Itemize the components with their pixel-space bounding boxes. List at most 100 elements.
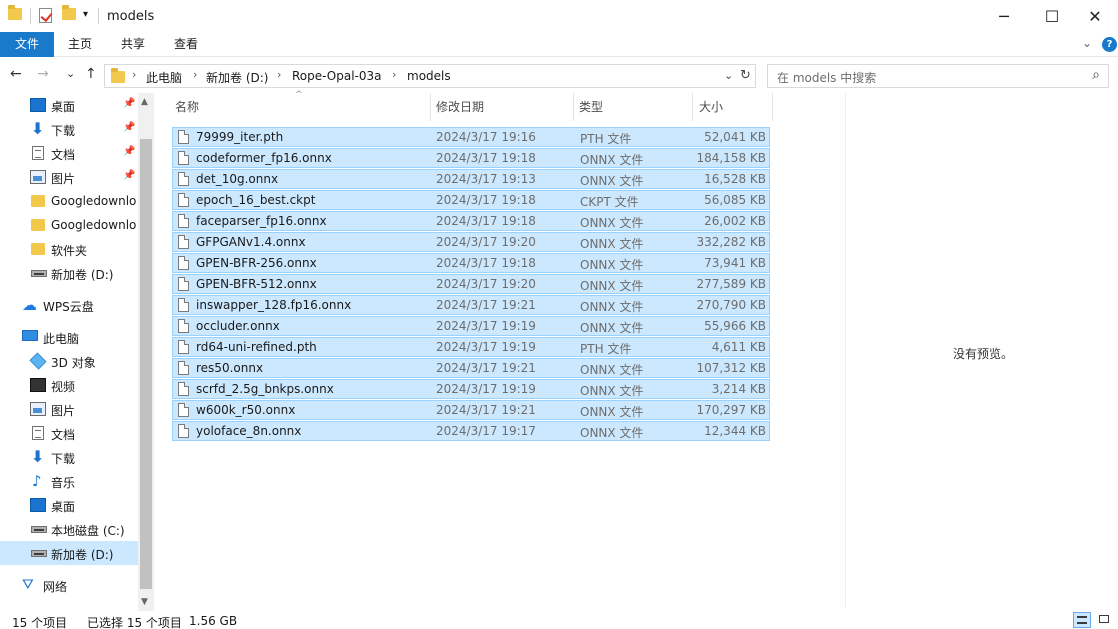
table-row[interactable]: faceparser_fp16.onnx 2024/3/17 19:18 ONNX … — [172, 211, 770, 231]
back-arrow-icon[interactable]: ← — [10, 66, 22, 82]
address-dropdown-icon[interactable]: ⌄ — [724, 69, 733, 82]
details-view-button[interactable] — [1073, 612, 1091, 628]
file-type: ONNX 文件 — [580, 279, 644, 293]
sidebar-item-documents-pc[interactable]: 文档 — [0, 421, 138, 445]
file-name[interactable]: yoloface_8n.onnx — [196, 424, 301, 438]
table-row[interactable]: w600k_r50.onnx 2024/3/17 19:21 ONNX 文件 170,… — [172, 400, 770, 420]
sidebar-scrollbar[interactable]: ▲ ▼ — [138, 93, 154, 611]
column-divider[interactable] — [692, 93, 693, 121]
address-bar[interactable]: › 此电脑 › 新加卷 (D:) › Rope-Opal-03a › model… — [104, 64, 756, 88]
table-row[interactable]: yoloface_8n.onnx 2024/3/17 19:17 ONNX 文件 12… — [172, 421, 770, 441]
pin-icon[interactable]: 📌 — [123, 170, 135, 181]
maximize-button[interactable]: ☐ — [1029, 0, 1075, 32]
table-row[interactable]: res50.onnx 2024/3/17 19:21 ONNX 文件 107,312 … — [172, 358, 770, 378]
breadcrumb-models[interactable]: models — [407, 69, 451, 83]
sidebar-item-googledownload-2[interactable]: Googledownlo — [0, 213, 138, 237]
large-icons-view-button[interactable] — [1096, 612, 1114, 628]
column-header-date[interactable]: 修改日期 — [436, 93, 484, 121]
table-row[interactable]: scrfd_2.5g_bnkps.onnx 2024/3/17 19:19 ONNX… — [172, 379, 770, 399]
sidebar-item-wps-cloud[interactable]: ☁ WPS云盘 — [0, 293, 138, 317]
file-date: 2024/3/17 19:18 — [436, 193, 536, 207]
recent-locations-icon[interactable]: ⌄ — [66, 67, 75, 80]
column-header-type[interactable]: 类型 — [579, 93, 603, 121]
search-input[interactable]: 在 models 中搜索 — [777, 69, 876, 86]
breadcrumb-this-pc[interactable]: 此电脑 — [146, 69, 182, 86]
refresh-icon[interactable]: ↻ — [740, 68, 751, 83]
tab-home[interactable]: 主页 — [54, 32, 106, 57]
table-row[interactable]: GPEN-BFR-256.onnx 2024/3/17 19:18 ONNX 文件 7… — [172, 253, 770, 273]
search-box[interactable]: 在 models 中搜索 ⌕ — [767, 64, 1109, 88]
sidebar-item-desktop-pc[interactable]: 桌面 — [0, 493, 138, 517]
drive-icon — [31, 550, 47, 557]
file-name[interactable]: rd64-uni-refined.pth — [196, 340, 317, 354]
sidebar-item-desktop[interactable]: 桌面 📌 — [0, 93, 138, 117]
file-name[interactable]: inswapper_128.fp16.onnx — [196, 298, 351, 312]
search-icon[interactable]: ⌕ — [1092, 67, 1100, 83]
table-row[interactable]: inswapper_128.fp16.onnx 2024/3/17 19:21 ON… — [172, 295, 770, 315]
pin-icon[interactable]: 📌 — [123, 146, 135, 157]
sidebar-item-label: 文档 — [51, 148, 76, 162]
pin-icon[interactable]: 📌 — [123, 98, 135, 109]
file-size: 16,528 KB — [704, 172, 766, 186]
help-icon[interactable]: ? — [1102, 37, 1117, 52]
column-divider[interactable] — [772, 93, 773, 121]
table-row[interactable]: GPEN-BFR-512.onnx 2024/3/17 19:20 ONNX 文件 2… — [172, 274, 770, 294]
sidebar-item-network[interactable]: ⛛ 网络 — [0, 573, 138, 597]
scrollbar-thumb[interactable] — [140, 139, 152, 589]
column-header-name[interactable]: 名称 — [175, 93, 199, 121]
sidebar-item-software-folder[interactable]: 软件夹 — [0, 237, 138, 261]
new-folder-icon[interactable] — [62, 5, 76, 20]
file-name[interactable]: GPEN-BFR-256.onnx — [196, 256, 317, 270]
pin-icon[interactable]: 📌 — [123, 122, 135, 133]
file-name[interactable]: epoch_16_best.ckpt — [196, 193, 315, 207]
sidebar-item-downloads-pc[interactable]: ⬇ 下载 — [0, 445, 138, 469]
file-name[interactable]: res50.onnx — [196, 361, 263, 375]
file-name[interactable]: 79999_iter.pth — [196, 130, 283, 144]
tab-file[interactable]: 文件 — [0, 32, 54, 57]
scroll-up-icon[interactable]: ▲ — [141, 97, 148, 107]
forward-arrow-icon[interactable]: → — [37, 66, 49, 82]
breadcrumb-rope-opal[interactable]: Rope-Opal-03a — [292, 69, 382, 83]
sidebar-item-pictures[interactable]: 图片 📌 — [0, 165, 138, 189]
tab-share[interactable]: 共享 — [106, 32, 160, 57]
sidebar-item-drive-d[interactable]: 新加卷 (D:) — [0, 541, 138, 565]
sidebar-item-downloads[interactable]: ⬇ 下载 📌 — [0, 117, 138, 141]
sidebar-item-drive-d-quick[interactable]: 新加卷 (D:) — [0, 261, 138, 285]
sidebar-item-pictures-pc[interactable]: 图片 — [0, 397, 138, 421]
file-name[interactable]: occluder.onnx — [196, 319, 280, 333]
file-name[interactable]: codeformer_fp16.onnx — [196, 151, 332, 165]
minimize-button[interactable]: ─ — [981, 0, 1027, 32]
table-row[interactable]: GFPGANv1.4.onnx 2024/3/17 19:20 ONNX 文件 332… — [172, 232, 770, 252]
file-name[interactable]: faceparser_fp16.onnx — [196, 214, 327, 228]
sidebar-item-googledownload-1[interactable]: Googledownlo — [0, 189, 138, 213]
scroll-down-icon[interactable]: ▼ — [141, 597, 148, 607]
table-row[interactable]: epoch_16_best.ckpt 2024/3/17 19:18 CKPT 文件… — [172, 190, 770, 210]
sidebar-item-documents[interactable]: 文档 📌 — [0, 141, 138, 165]
customize-toolbar-icon[interactable]: ▾ — [83, 9, 88, 20]
sidebar-item-videos[interactable]: 视频 — [0, 373, 138, 397]
expand-ribbon-icon[interactable]: ⌄ — [1082, 36, 1092, 50]
sidebar-item-drive-c[interactable]: 本地磁盘 (C:) — [0, 517, 138, 541]
table-row[interactable]: occluder.onnx 2024/3/17 19:19 ONNX 文件 55,96… — [172, 316, 770, 336]
file-name[interactable]: w600k_r50.onnx — [196, 403, 295, 417]
sidebar-item-this-pc[interactable]: 此电脑 — [0, 325, 138, 349]
table-row[interactable]: det_10g.onnx 2024/3/17 19:13 ONNX 文件 16,528… — [172, 169, 770, 189]
properties-icon[interactable] — [39, 8, 52, 23]
file-name[interactable]: GFPGANv1.4.onnx — [196, 235, 306, 249]
column-header-size[interactable]: 大小 — [699, 93, 723, 121]
file-name[interactable]: det_10g.onnx — [196, 172, 278, 186]
breadcrumb-drive-d[interactable]: 新加卷 (D:) — [206, 69, 268, 86]
up-arrow-icon[interactable]: ↑ — [85, 66, 97, 82]
file-name[interactable]: scrfd_2.5g_bnkps.onnx — [196, 382, 334, 396]
table-row[interactable]: 79999_iter.pth 2024/3/17 19:16 PTH 文件 52,04… — [172, 127, 770, 147]
column-divider[interactable] — [573, 93, 574, 121]
column-divider[interactable] — [430, 93, 431, 121]
file-name[interactable]: GPEN-BFR-512.onnx — [196, 277, 317, 291]
sidebar-item-3d-objects[interactable]: 3D 对象 — [0, 349, 138, 373]
sidebar-item-label: 新加卷 (D:) — [51, 548, 114, 562]
close-button[interactable]: ✕ — [1072, 0, 1118, 32]
table-row[interactable]: rd64-uni-refined.pth 2024/3/17 19:19 PTH 文… — [172, 337, 770, 357]
sidebar-item-music[interactable]: ♪ 音乐 — [0, 469, 138, 493]
table-row[interactable]: codeformer_fp16.onnx 2024/3/17 19:18 ONNX … — [172, 148, 770, 168]
tab-view[interactable]: 查看 — [160, 32, 212, 57]
